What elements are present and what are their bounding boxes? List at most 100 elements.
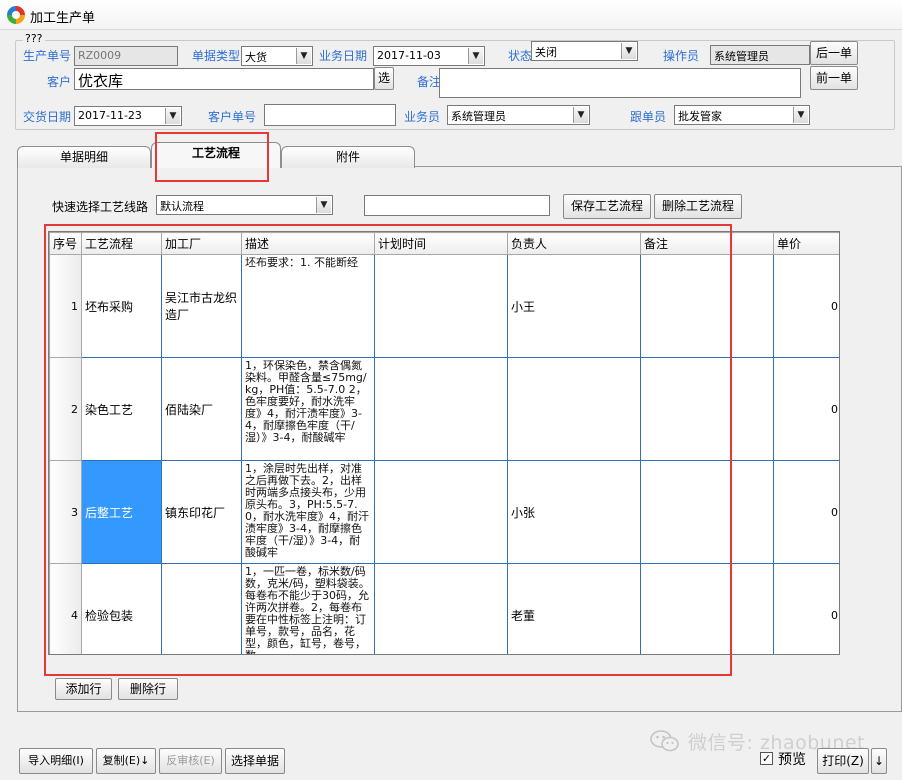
chevron-down-icon[interactable]: ▼ xyxy=(316,197,331,213)
cell-price[interactable]: 0 xyxy=(773,357,839,461)
salesman-value: 系统管理员 xyxy=(451,110,506,123)
operator-field[interactable]: 系统管理员 xyxy=(710,45,810,65)
cell-no: 3 xyxy=(49,460,82,564)
copy-button[interactable]: 复制(E)↓ xyxy=(96,748,156,774)
delete-process-button[interactable]: 删除工艺流程 xyxy=(654,194,742,219)
cell-desc[interactable]: 1，一匹一卷，标米数/码数，克米/码，塑料袋装。每卷布不能少于30码，允许两次拼… xyxy=(241,563,375,654)
cell-remark[interactable] xyxy=(640,357,774,461)
doc-type-select[interactable]: 大货 ▼ xyxy=(241,46,313,66)
delivery-date-label: 交货日期 xyxy=(23,110,72,124)
select-customer-button[interactable]: 选 xyxy=(374,67,394,90)
col-header-factory[interactable]: 加工厂 xyxy=(161,232,242,255)
cell-remark[interactable] xyxy=(640,460,774,564)
cell-factory[interactable]: 吴江市古龙织造厂 xyxy=(161,254,242,358)
tab-order-details[interactable]: 单据明细 xyxy=(17,146,151,168)
chevron-down-icon[interactable]: ▼ xyxy=(621,43,636,59)
cell-process[interactable]: 检验包装 xyxy=(81,563,162,654)
cell-process[interactable]: 染色工艺 xyxy=(81,357,162,461)
col-header-owner[interactable]: 负责人 xyxy=(507,232,641,255)
order-no-field[interactable]: RZ0009 xyxy=(74,46,178,66)
cell-desc[interactable]: 1，环保染色，禁含偶氮染料。甲醛含量≤75mg/kg，PH值：5.5-7.0 2… xyxy=(241,357,375,461)
import-details-button[interactable]: 导入明细(I) xyxy=(19,748,93,774)
delete-row-button[interactable]: 删除行 xyxy=(118,678,178,700)
cust-order-no-label: 客户单号 xyxy=(208,110,257,124)
cell-plan-time[interactable] xyxy=(374,357,508,461)
select-document-button[interactable]: 选择单据 xyxy=(225,748,285,774)
col-header-plan-time[interactable]: 计划时间 xyxy=(374,232,508,255)
next-order-button[interactable]: 后一单 xyxy=(810,41,858,65)
table-row[interactable]: 4 检验包装 1，一匹一卷，标米数/码数，克米/码，塑料袋装。每卷布不能少于30… xyxy=(49,563,839,654)
order-no-label: 生产单号 xyxy=(23,49,72,63)
process-grid[interactable]: 序号 工艺流程 加工厂 描述 计划时间 负责人 备注 单价 1 坯布采购 吴江市… xyxy=(48,231,840,655)
cell-desc[interactable]: 坯布要求：1. 不能断经 xyxy=(241,254,375,358)
status-select[interactable]: 关闭 ▼ xyxy=(531,41,638,61)
table-row[interactable]: 1 坯布采购 吴江市古龙织造厂 坯布要求：1. 不能断经 小王 0 xyxy=(49,254,839,358)
customer-label: 客户 xyxy=(47,75,72,89)
customer-field[interactable]: 优衣库 xyxy=(74,68,374,90)
cell-desc-text: 1，一匹一卷，标米数/码数，克米/码，塑料袋装。每卷布不能少于30码，允许两次拼… xyxy=(245,566,370,654)
cell-process-selected[interactable]: 后整工艺 xyxy=(81,460,162,564)
tab-process-flow[interactable]: 工艺流程 xyxy=(151,142,281,168)
add-row-button[interactable]: 添加行 xyxy=(55,678,112,700)
save-process-button[interactable]: 保存工艺流程 xyxy=(563,194,651,219)
doc-type-value: 大货 xyxy=(245,51,267,64)
biz-date-value: 2017-11-03 xyxy=(377,49,441,62)
delivery-date-picker[interactable]: 2017-11-23 ▼ xyxy=(74,106,182,126)
print-options-button[interactable]: ↓ xyxy=(871,748,887,774)
cell-factory[interactable] xyxy=(161,563,242,654)
cell-desc[interactable]: 1，涂层时先出样，对准之后再做下去。2，出样时两端多点接头布，少用原头布。3，P… xyxy=(241,460,375,564)
cell-factory[interactable]: 镇东印花厂 xyxy=(161,460,242,564)
col-header-price[interactable]: 单价 xyxy=(773,232,839,255)
cell-factory[interactable]: 佰陆染厂 xyxy=(161,357,242,461)
follower-label: 跟单员 xyxy=(630,110,667,124)
biz-date-picker[interactable]: 2017-11-03 ▼ xyxy=(373,46,485,66)
cell-owner[interactable] xyxy=(507,357,641,461)
cell-process[interactable]: 坯布采购 xyxy=(81,254,162,358)
col-header-no[interactable]: 序号 xyxy=(49,232,82,255)
delivery-date-value: 2017-11-23 xyxy=(78,109,142,122)
cell-plan-time[interactable] xyxy=(374,254,508,358)
route-value: 默认流程 xyxy=(160,200,204,213)
route-label: 快速选择工艺线路 xyxy=(52,200,149,214)
chevron-down-icon[interactable]: ▼ xyxy=(296,48,311,64)
table-row[interactable]: 2 染色工艺 佰陆染厂 1，环保染色，禁含偶氮染料。甲醛含量≤75mg/kg，P… xyxy=(49,357,839,461)
salesman-select[interactable]: 系统管理员 ▼ xyxy=(447,105,590,125)
chevron-down-icon[interactable]: ▼ xyxy=(573,107,588,123)
print-button[interactable]: 打印(Z) xyxy=(817,748,869,774)
cell-owner[interactable]: 小张 xyxy=(507,460,641,564)
biz-date-label: 业务日期 xyxy=(319,49,368,63)
cell-price[interactable]: 0 xyxy=(773,254,839,358)
title-bar: 加工生产单 xyxy=(0,0,902,30)
preview-label: 预览 xyxy=(778,752,806,768)
cell-plan-time[interactable] xyxy=(374,563,508,654)
follower-value: 批发管家 xyxy=(678,110,722,123)
cust-order-no-field[interactable] xyxy=(264,104,396,126)
prev-order-button[interactable]: 前一单 xyxy=(810,66,858,90)
app-logo-icon xyxy=(7,6,25,24)
remark-label: 备注 xyxy=(417,75,442,89)
cell-plan-time[interactable] xyxy=(374,460,508,564)
tab-attachments[interactable]: 附件 xyxy=(281,146,415,168)
preview-checkbox[interactable]: ✓ xyxy=(760,752,773,765)
chevron-down-icon[interactable]: ▼ xyxy=(165,108,180,124)
cell-price[interactable]: 0 xyxy=(773,563,839,654)
remark-field[interactable] xyxy=(439,68,801,98)
follower-select[interactable]: 批发管家 ▼ xyxy=(674,105,810,125)
route-select[interactable]: 默认流程 ▼ xyxy=(156,195,333,215)
route-name-input[interactable] xyxy=(364,195,550,216)
cell-owner[interactable]: 小王 xyxy=(507,254,641,358)
doc-type-label: 单据类型 xyxy=(192,49,241,63)
cell-remark[interactable] xyxy=(640,563,774,654)
cell-owner[interactable]: 老董 xyxy=(507,563,641,654)
col-header-remark[interactable]: 备注 xyxy=(640,232,774,255)
unapprove-button[interactable]: 反审核(E) xyxy=(159,748,222,774)
col-header-process[interactable]: 工艺流程 xyxy=(81,232,162,255)
cell-price[interactable]: 0 xyxy=(773,460,839,564)
col-header-desc[interactable]: 描述 xyxy=(241,232,375,255)
cell-remark[interactable] xyxy=(640,254,774,358)
chevron-down-icon[interactable]: ▼ xyxy=(793,107,808,123)
salesman-label: 业务员 xyxy=(404,110,441,124)
chevron-down-icon[interactable]: ▼ xyxy=(468,48,483,64)
table-row[interactable]: 3 后整工艺 镇东印花厂 1，涂层时先出样，对准之后再做下去。2，出样时两端多点… xyxy=(49,460,839,564)
process-table: 序号 工艺流程 加工厂 描述 计划时间 负责人 备注 单价 1 坯布采购 吴江市… xyxy=(49,232,839,654)
